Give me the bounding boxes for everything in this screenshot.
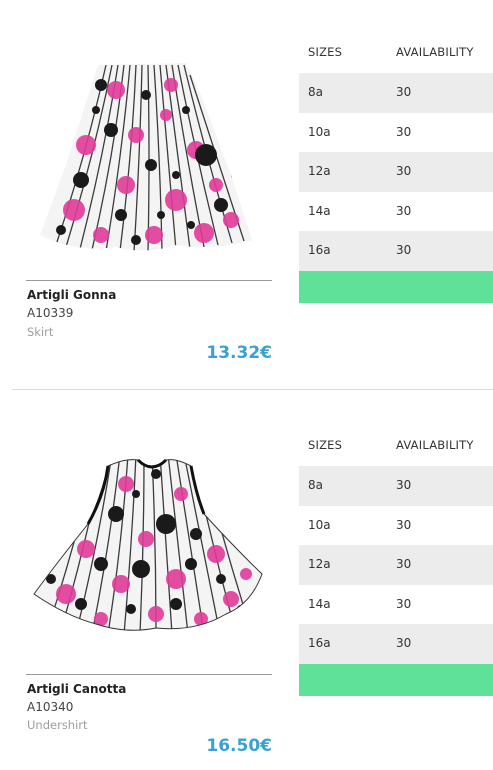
row-availability: 30 <box>396 124 412 139</box>
table-header: SIZES AVAILABILITY <box>299 428 493 466</box>
row-availability: 30 <box>396 636 412 650</box>
product-card-skirt: Artigli Gonna A10339 Skirt 13.32€ SIZES … <box>0 0 493 390</box>
header-availability: AVAILABILITY <box>396 45 474 59</box>
product-divider <box>12 389 493 390</box>
row-size: 12a <box>308 557 331 571</box>
row-size: 14a <box>308 596 331 611</box>
info-divider <box>26 674 272 675</box>
table-row: 14a 30 <box>299 192 493 232</box>
table-row: 12a 30 <box>299 152 493 192</box>
row-size: 10a <box>308 124 331 139</box>
row-size: 8a <box>308 478 323 492</box>
product-card-undershirt: Artigli Canotta A10340 Undershirt 16.50€… <box>0 392 493 770</box>
product-price: 13.32€ <box>206 343 272 363</box>
row-availability: 30 <box>396 596 412 611</box>
table-row: 8a 30 <box>299 466 493 506</box>
row-availability: 30 <box>396 243 412 257</box>
table-row: 12a 30 <box>299 545 493 585</box>
row-availability: 30 <box>396 517 412 532</box>
product-code: A10339 <box>27 306 74 320</box>
header-availability: AVAILABILITY <box>396 438 474 452</box>
table-header: SIZES AVAILABILITY <box>299 35 493 73</box>
row-availability: 30 <box>396 203 412 218</box>
row-size: 12a <box>308 164 331 178</box>
product-type: Undershirt <box>27 718 88 732</box>
product-code: A10340 <box>27 700 74 714</box>
table-row: 10a 30 <box>299 113 493 153</box>
product-price: 16.50€ <box>206 736 272 756</box>
row-availability: 30 <box>396 164 412 178</box>
table-row: 16a 30 <box>299 624 493 664</box>
table-row: 10a 30 <box>299 506 493 546</box>
product-name: Artigli Canotta <box>27 682 127 696</box>
undershirt-image[interactable] <box>26 454 272 634</box>
row-availability: 30 <box>396 478 412 492</box>
table-row: 14a 30 <box>299 585 493 625</box>
row-size: 8a <box>308 85 323 99</box>
row-size: 16a <box>308 636 331 650</box>
row-size: 16a <box>308 243 331 257</box>
row-size: 14a <box>308 203 331 218</box>
skirt-image[interactable] <box>26 55 272 255</box>
table-row: 16a 30 <box>299 231 493 271</box>
product-name: Artigli Gonna <box>27 288 117 302</box>
add-to-cart-button[interactable] <box>299 664 493 696</box>
row-availability: 30 <box>396 85 412 99</box>
header-sizes: SIZES <box>308 438 343 452</box>
row-availability: 30 <box>396 557 412 571</box>
info-divider <box>26 280 272 281</box>
product-type: Skirt <box>27 325 54 339</box>
row-size: 10a <box>308 517 331 532</box>
table-row: 8a 30 <box>299 73 493 113</box>
add-to-cart-button[interactable] <box>299 271 493 303</box>
size-availability-table: SIZES AVAILABILITY 8a 30 10a 30 12a 30 1… <box>299 428 493 664</box>
header-sizes: SIZES <box>308 45 343 59</box>
size-availability-table: SIZES AVAILABILITY 8a 30 10a 30 12a 30 1… <box>299 35 493 271</box>
